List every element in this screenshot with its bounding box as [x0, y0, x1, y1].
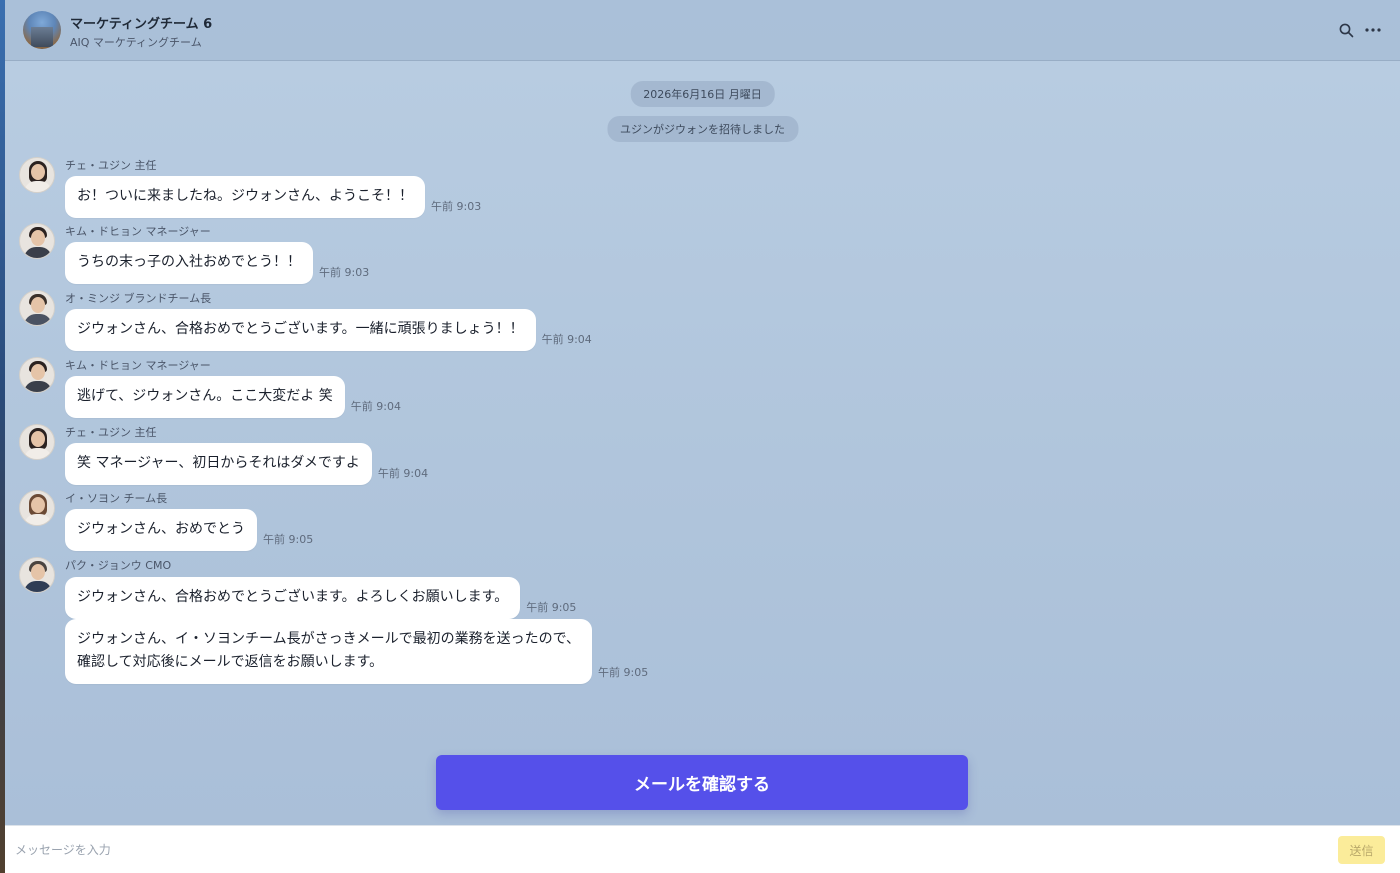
- sender-name: オ・ミンジ ブランドチーム長: [65, 292, 212, 305]
- message-time: 午前 9:04: [541, 333, 592, 346]
- send-button[interactable]: 送信: [1338, 836, 1385, 864]
- chat-subtitle: AIQ マーケティングチーム: [70, 36, 202, 49]
- message-bubble[interactable]: ジウォンさん、イ・ソヨンチーム長がさっきメールで最初の業務を送ったので、 確認し…: [65, 619, 593, 684]
- message-bubble[interactable]: うちの末っ子の入社おめでとう！！: [65, 242, 313, 284]
- message-bubble[interactable]: お！ついに来ましたね。ジウォンさん、ようこそ！！: [65, 176, 425, 218]
- chat-header: マーケティングチーム 6 AIQ マーケティングチーム: [5, 0, 1400, 61]
- avatar[interactable]: [19, 424, 55, 460]
- message-bubble[interactable]: ジウォンさん、おめでとう: [65, 509, 257, 551]
- chat-window: マーケティングチーム 6 AIQ マーケティングチーム 2026年6月16日 月…: [5, 0, 1400, 873]
- message-time: 午前 9:05: [526, 601, 577, 614]
- system-event: ユジンがジウォンを招待しました: [607, 116, 798, 142]
- avatar[interactable]: [19, 223, 55, 259]
- avatar[interactable]: [19, 357, 55, 393]
- message-bubble[interactable]: 笑 マネージャー、初日からそれはダメですよ: [65, 443, 372, 485]
- check-email-button[interactable]: メールを確認する: [436, 755, 968, 810]
- sender-name: イ・ソヨン チーム長: [65, 492, 168, 505]
- message-time: 午前 9:05: [598, 666, 649, 679]
- message-time: 午前 9:05: [263, 533, 314, 546]
- avatar[interactable]: [19, 157, 55, 193]
- message-time: 午前 9:03: [431, 200, 482, 213]
- search-icon[interactable]: [1336, 20, 1356, 40]
- message-time: 午前 9:03: [319, 266, 370, 279]
- message-bubble[interactable]: ジウォンさん、合格おめでとうございます。一緒に頑張りましょう！！: [65, 309, 536, 351]
- group-avatar[interactable]: [23, 11, 61, 49]
- sender-name: チェ・ユジン 主任: [65, 159, 157, 172]
- message-input[interactable]: [15, 838, 1315, 862]
- message-composer: 送信: [5, 825, 1400, 873]
- message-time: 午前 9:04: [377, 467, 429, 480]
- message-line: ジウォンさん、イ・ソヨンチーム長がさっきメールで最初の業務を送ったので、: [77, 631, 581, 647]
- sender-name: キム・ドヒョン マネージャー: [65, 225, 211, 238]
- sender-name: チェ・ユジン 主任: [65, 426, 157, 439]
- message-bubble[interactable]: 逃げて、ジウォンさん。ここ大変だよ 笑: [65, 376, 345, 418]
- chat-title: マーケティングチーム 6: [70, 17, 213, 32]
- sender-name: パク・ジョンウ CMO: [65, 559, 172, 572]
- message-line: 確認して対応後にメールで返信をお願いします。: [77, 654, 384, 670]
- sender-name: キム・ドヒョン マネージャー: [65, 359, 211, 372]
- message-bubble[interactable]: ジウォンさん、合格おめでとうございます。よろしくお願いします。: [65, 577, 521, 619]
- more-icon[interactable]: [1363, 20, 1383, 40]
- avatar[interactable]: [19, 490, 55, 526]
- message-time: 午前 9:04: [350, 400, 401, 413]
- avatar[interactable]: [19, 557, 55, 593]
- avatar[interactable]: [19, 290, 55, 326]
- date-divider: 2026年6月16日 月曜日: [630, 81, 775, 107]
